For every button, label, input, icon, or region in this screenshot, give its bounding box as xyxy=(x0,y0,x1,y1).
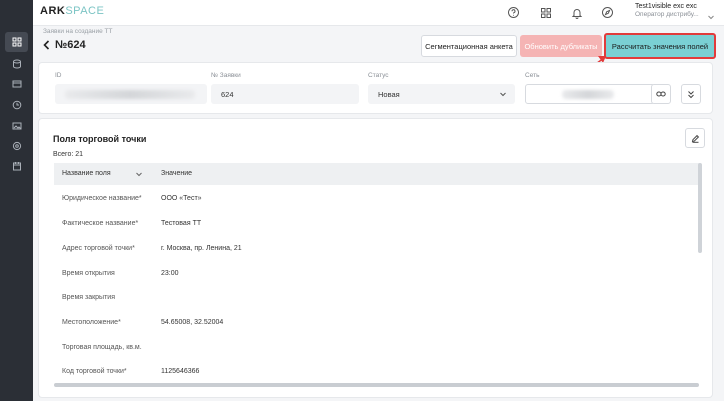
vertical-scrollbar[interactable] xyxy=(698,163,702,253)
field-name: Местоположение* xyxy=(62,319,121,326)
dashboard-icon[interactable] xyxy=(5,32,28,52)
logo-space: SPACE xyxy=(65,5,105,17)
user-role: Оператор дистрибу... xyxy=(635,11,699,18)
request-number-label: № Заявки xyxy=(211,72,241,79)
field-value: 54.65008, 32.52004 xyxy=(161,319,224,326)
settings-icon[interactable] xyxy=(10,139,23,152)
segmentation-button[interactable]: Сегментационная анкета xyxy=(421,35,517,57)
breadcrumb[interactable]: Заявки на создание ТТ xyxy=(43,28,113,35)
field-name: Юридическое название* xyxy=(62,195,142,202)
id-label: ID xyxy=(55,72,62,79)
link-button[interactable] xyxy=(651,84,671,104)
network-label: Сеть xyxy=(525,72,540,79)
field-name: Фактическое название* xyxy=(62,220,139,227)
user-menu[interactable]: Test1visible exc exc Оператор дистрибу..… xyxy=(635,3,705,18)
link-icon xyxy=(656,91,666,97)
logo[interactable]: ARKSPACE xyxy=(40,5,104,17)
card-icon[interactable] xyxy=(10,77,23,90)
field-name: Время открытия xyxy=(62,270,115,277)
table-row[interactable]: Торговая площадь, кв.м. xyxy=(54,336,699,361)
field-value: 23:00 xyxy=(161,270,179,277)
table-row[interactable]: Адрес торговой точки* г. Москва, пр. Лен… xyxy=(54,237,699,262)
column-header-value: Значение xyxy=(161,170,193,177)
bell-icon[interactable] xyxy=(569,5,584,20)
logo-ark: ARK xyxy=(40,5,66,17)
table-header: Название поля Значение xyxy=(54,163,699,185)
horizontal-scrollbar[interactable] xyxy=(54,383,699,387)
field-value: Тестовая ТТ xyxy=(161,220,202,227)
page-title: №624 xyxy=(43,39,86,51)
user-name: Test1visible exc exc xyxy=(635,3,697,10)
left-sidebar xyxy=(0,0,33,401)
support-icon[interactable] xyxy=(506,5,521,20)
clock-icon[interactable] xyxy=(10,98,23,111)
table-row[interactable]: Время закрытия xyxy=(54,286,699,311)
top-bar: ARKSPACE Test1visible exc exc Оператор д… xyxy=(33,0,724,26)
field-name: Торговая площадь, кв.м. xyxy=(62,344,142,351)
field-name: Адрес торговой точки* xyxy=(62,245,135,252)
chevron-down-icon[interactable] xyxy=(707,8,715,20)
double-chevron-down-icon xyxy=(688,90,694,98)
chevron-down-icon[interactable] xyxy=(135,170,143,178)
edit-button[interactable] xyxy=(685,128,705,148)
id-field xyxy=(55,84,207,104)
compass-icon[interactable] xyxy=(600,5,615,20)
field-value: 1125646366 xyxy=(161,368,200,375)
field-value: г. Москва, пр. Ленина, 21 xyxy=(161,245,242,252)
back-arrow-icon[interactable] xyxy=(43,40,50,50)
status-value: Новая xyxy=(378,89,400,99)
column-header-name[interactable]: Название поля xyxy=(62,170,111,177)
table-row[interactable]: Местоположение* 54.65008, 32.52004 xyxy=(54,311,699,336)
total-count: Всего: 21 xyxy=(53,151,84,158)
redacted-value xyxy=(562,90,614,99)
status-select[interactable]: Новая xyxy=(368,84,515,104)
table-row[interactable]: Фактическое название* Тестовая ТТ xyxy=(54,212,699,237)
status-label: Статус xyxy=(368,72,389,79)
table-row[interactable]: Код торговой точки* 1125646366 xyxy=(54,360,699,385)
table-row[interactable]: Юридическое название* ООО «Тест» xyxy=(54,187,699,212)
image-icon[interactable] xyxy=(10,119,23,132)
network-field[interactable] xyxy=(525,84,655,104)
request-number: №624 xyxy=(55,39,86,51)
calculate-fields-button[interactable]: Рассчитать значения полей xyxy=(604,33,716,59)
request-info-card: ID № Заявки 624 Статус Новая Сеть xyxy=(38,62,713,114)
section-title: Поля торговой точки xyxy=(53,134,147,144)
chevron-down-icon xyxy=(499,90,507,98)
calendar-icon[interactable] xyxy=(10,159,23,172)
redacted-value xyxy=(65,89,195,99)
database-icon[interactable] xyxy=(10,57,23,70)
pencil-icon xyxy=(691,134,699,143)
field-name: Код торговой точки* xyxy=(62,368,127,375)
request-number-field: 624 xyxy=(211,84,359,104)
apps-icon[interactable] xyxy=(538,5,553,20)
outlet-fields-card: Поля торговой точки Всего: 21 Название п… xyxy=(38,118,713,398)
table-row[interactable]: Время открытия 23:00 xyxy=(54,262,699,287)
field-name: Время закрытия xyxy=(62,294,115,301)
expand-button[interactable] xyxy=(681,84,701,104)
field-value: ООО «Тест» xyxy=(161,195,202,202)
